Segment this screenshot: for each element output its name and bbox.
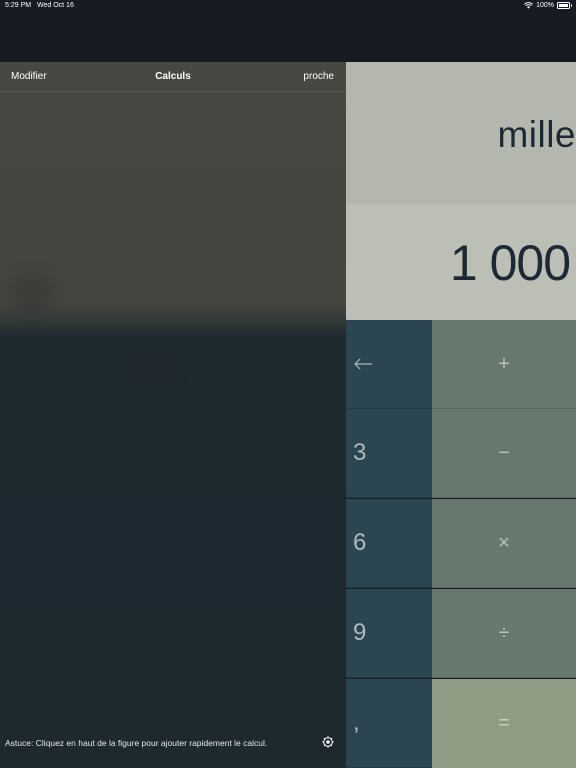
blurred-background-shape (12, 272, 52, 312)
equals-button[interactable]: = (432, 679, 576, 768)
number-display[interactable]: 1 000 (346, 204, 576, 320)
battery-percent: 100% (536, 2, 554, 9)
wifi-icon (524, 2, 534, 9)
plus-button[interactable]: + (432, 320, 576, 409)
status-date: Wed Oct 16 (37, 2, 74, 9)
multiply-button[interactable]: × (432, 499, 576, 588)
decimal-button[interactable]: , (346, 679, 432, 768)
history-panel: Modifier Calculs proche Astuce: Cliquez … (0, 62, 346, 768)
digit-6-button[interactable]: 6 (346, 499, 432, 588)
close-button[interactable]: proche (303, 71, 334, 82)
battery-icon (557, 2, 572, 9)
blurred-background-shape (120, 352, 180, 382)
tip-text: Astuce: Cliquez en haut de la figure pou… (5, 738, 268, 748)
digit-3-button[interactable]: 3 (346, 409, 432, 498)
backspace-arrow-icon (354, 358, 372, 370)
status-bar: 5:29 PM Wed Oct 16 100% (0, 0, 576, 14)
digit-9-button[interactable]: 9 (346, 589, 432, 678)
history-panel-header: Modifier Calculs proche (0, 62, 346, 92)
display-number: 1 000 (449, 235, 571, 291)
status-right: 100% (524, 2, 572, 9)
minus-button[interactable]: − (432, 409, 576, 498)
divide-button[interactable]: ÷ (432, 589, 576, 678)
history-panel-title: Calculs (155, 71, 191, 82)
words-display[interactable]: mille (346, 62, 576, 204)
gear-icon[interactable] (322, 736, 334, 748)
display-words: mille (497, 114, 576, 155)
status-time: 5:29 PM (5, 2, 32, 9)
backspace-button[interactable] (346, 320, 432, 409)
